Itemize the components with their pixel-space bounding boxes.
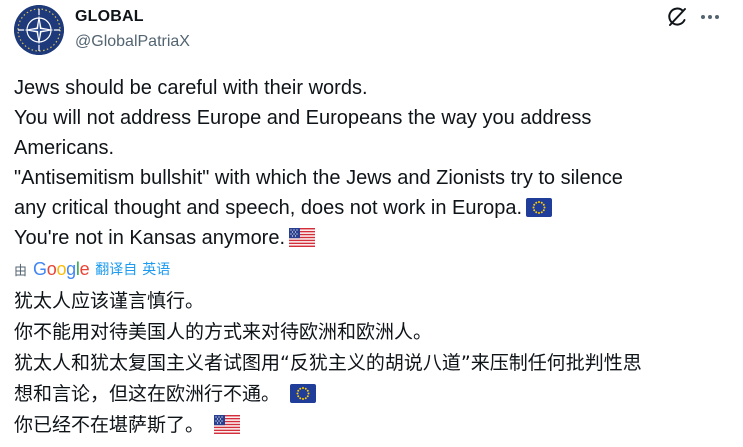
- us-flag-icon: [289, 228, 316, 247]
- translated-line: 你不能用对待美国人的方式来对待欧洲和欧洲人。: [14, 321, 433, 343]
- translated-line: 你已经不在堪萨斯了。: [14, 410, 729, 441]
- us-flag-icon: [214, 415, 241, 434]
- avatar[interactable]: [14, 5, 64, 55]
- more-icon[interactable]: [699, 8, 721, 26]
- author-name[interactable]: GLOBAL: [75, 8, 144, 26]
- post: GLOBAL @GlobalPatriaX Jews should be car…: [0, 0, 743, 447]
- translated-line: 犹太人和犹太复国主义者试图用“反犹主义的胡说八道”来压制任何批判性思: [14, 352, 642, 374]
- post-line: any critical thought and speech, does no…: [14, 193, 724, 223]
- post-line-text: You're not in Kansas anymore.: [14, 227, 286, 249]
- translated-from-link[interactable]: 翻译自 英语: [95, 259, 170, 279]
- eu-flag-icon: [526, 198, 553, 217]
- eu-flag-icon: [290, 384, 317, 403]
- translated-line: 犹太人应该谨言慎行。: [14, 290, 205, 312]
- translated-from-label: 翻译自: [95, 261, 138, 277]
- author-handle[interactable]: @GlobalPatriaX: [75, 33, 190, 51]
- source-language: 英语: [142, 261, 171, 277]
- post-line: You're not in Kansas anymore.: [14, 223, 724, 253]
- post-line: "Antisemitism bullshit" with which the J…: [14, 167, 623, 189]
- post-line: You will not address Europe and European…: [14, 107, 592, 129]
- translated-text: 犹太人应该谨言慎行。 你不能用对待美国人的方式来对待欧洲和欧洲人。 犹太人和犹太…: [14, 286, 729, 441]
- google-logo: Google: [33, 258, 90, 279]
- translated-by-label: 由: [14, 262, 28, 278]
- post-line: Jews should be careful with their words.: [14, 77, 368, 99]
- translation-bar: 由 Google 翻译自 英语: [14, 258, 170, 280]
- post-text: Jews should be careful with their words.…: [14, 73, 724, 253]
- nato-star-avatar-icon: [14, 5, 64, 55]
- post-line: Americans.: [14, 137, 115, 159]
- post-line-text: any critical thought and speech, does no…: [14, 197, 523, 219]
- translated-line-text: 想和言论，但这在欧洲行不通。: [14, 383, 281, 405]
- translated-line-text: 你已经不在堪萨斯了。: [14, 414, 205, 436]
- grok-icon[interactable]: [666, 6, 688, 28]
- translated-line: 想和言论，但这在欧洲行不通。: [14, 379, 729, 410]
